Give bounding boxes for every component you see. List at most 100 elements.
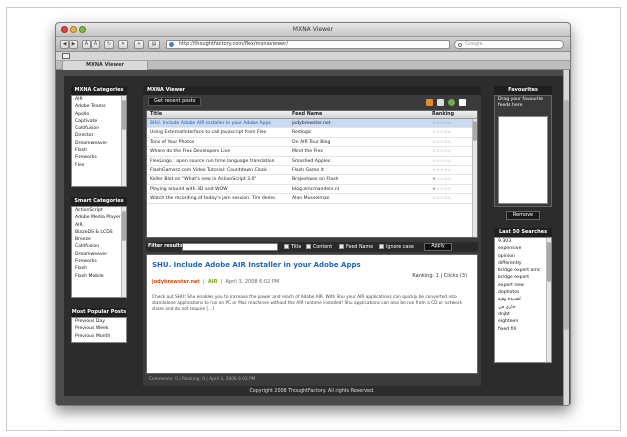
popular-post-item[interactable]: Previous Month xyxy=(72,333,126,340)
smart-categories-scrollbar[interactable] xyxy=(121,207,126,297)
table-row[interactable]: Using ExternalInterface to call Javascri… xyxy=(147,128,477,138)
table-row[interactable]: SHU. Include Adobe AIR Installer in your… xyxy=(147,119,477,129)
filter-input[interactable] xyxy=(182,243,278,251)
address-bar[interactable]: http://thoughtfactory.com/flex/mxnaviewe… xyxy=(166,40,450,49)
search-history-item[interactable]: dophotos xyxy=(495,289,551,296)
text-smaller-icon[interactable]: A xyxy=(82,40,91,49)
category-item[interactable]: Fireworks xyxy=(72,154,126,161)
forward-icon[interactable]: ▶ xyxy=(69,40,78,49)
bookmarks-icon[interactable]: ▤ xyxy=(148,40,160,49)
smart-category-item[interactable]: Adobe Media Player xyxy=(72,214,126,221)
favourites-description: Drag your favourite feeds here xyxy=(498,97,544,108)
categories-title: MXNA Categories xyxy=(71,86,127,95)
category-item[interactable]: Dreamweaver xyxy=(72,140,126,147)
row-feed-name: Flash Game it xyxy=(292,167,324,173)
smart-category-item[interactable]: Flash Mobile xyxy=(72,273,126,280)
search-history-item[interactable]: 9.303 xyxy=(495,238,551,245)
row-feed-name: jodybrewster.net xyxy=(292,121,331,126)
favourites-panel: Drag your favourite feeds here xyxy=(494,95,552,207)
row-ranking: ☆☆☆☆☆ xyxy=(432,196,452,202)
smart-category-item[interactable]: BlazeDS & LCDS xyxy=(72,229,126,236)
get-recent-posts-button[interactable]: Get recent posts xyxy=(148,97,202,106)
column-header-ranking[interactable]: Ranking xyxy=(432,111,454,119)
apply-button[interactable]: Apply xyxy=(424,243,452,251)
search-history-item[interactable]: eighteen xyxy=(495,318,551,325)
filter-feed-name-checkbox[interactable]: Feed Name xyxy=(339,244,373,250)
reload-icon[interactable]: ↻ xyxy=(104,40,114,49)
search-field[interactable]: Google xyxy=(454,40,564,49)
search-history-item[interactable]: opinion xyxy=(495,253,551,260)
smart-category-item[interactable]: Flash xyxy=(72,265,126,272)
search-history-item[interactable]: bridge expert xyxy=(495,274,551,281)
table-row[interactable]: Playing around with 3D and WOW blog.amcma… xyxy=(147,185,477,195)
row-feed-name: On AIR Tour Blog xyxy=(292,139,331,145)
popular-post-item[interactable]: Previous Day xyxy=(72,318,126,325)
category-item[interactable]: Flash xyxy=(72,147,126,154)
column-header-title[interactable]: Title xyxy=(150,111,162,119)
categories-scrollbar[interactable] xyxy=(121,96,126,186)
popular-post-item[interactable]: Previous Week xyxy=(72,325,126,332)
table-row[interactable]: Watch the recording of today's jam sessi… xyxy=(147,194,477,204)
text-larger-icon[interactable]: A xyxy=(91,40,100,49)
category-item[interactable]: Captivate xyxy=(72,118,126,125)
table-row[interactable]: Tons of Your Photos On AIR Tour Blog ☆☆☆☆☆ xyxy=(147,138,477,148)
table-row[interactable]: FlexLingo : open source run time languag… xyxy=(147,157,477,166)
remove-button[interactable]: Remove xyxy=(506,211,540,220)
post-date: April 3, 2008 6:02 PM xyxy=(225,279,280,285)
last-searches-list[interactable]: 9.303 expensive opinion differently bridge e… xyxy=(494,237,552,363)
back-icon[interactable]: ◀ xyxy=(60,40,69,49)
search-history-item[interactable]: expert new xyxy=(495,282,551,289)
post-title[interactable]: SHU. Include Adobe AIR Installer in your… xyxy=(152,261,361,269)
category-item[interactable]: Adobe Teams xyxy=(72,103,126,110)
smart-categories-list[interactable]: ActionScript Adobe Media Player AIR BlazeDS… xyxy=(71,206,127,298)
search-history-item[interactable]: bridge expert amc xyxy=(495,267,551,274)
page-content: MXNA Categories AIR Adobe Teams Apollo Capt… xyxy=(56,70,570,405)
search-history-item[interactable]: expensive xyxy=(495,245,551,252)
search-placeholder: Google xyxy=(465,41,483,47)
category-item[interactable]: Apollo xyxy=(72,111,126,118)
copyright-footer: Copyright 2008 ThoughtFactory. All right… xyxy=(249,389,375,394)
column-header-feed[interactable]: Feed Name xyxy=(292,111,322,119)
app-container: MXNA Categories AIR Adobe Teams Apollo Capt… xyxy=(64,76,563,396)
add-bookmark-icon[interactable]: + xyxy=(134,40,144,49)
smart-category-item[interactable]: Dreamweaver xyxy=(72,251,126,258)
favourites-drop-area[interactable] xyxy=(498,116,548,204)
post-source[interactable]: jodybrewster.net xyxy=(152,279,200,285)
tab-mxna-viewer[interactable]: MXNA Viewer xyxy=(62,61,148,70)
popular-posts-list[interactable]: Previous Day Previous Week Previous Month xyxy=(71,317,127,343)
smart-category-item[interactable]: Coldfusion xyxy=(72,243,126,250)
book-icon[interactable] xyxy=(62,53,70,59)
search-history-item[interactable]: جاري في xyxy=(495,304,551,311)
category-item[interactable]: Director xyxy=(72,132,126,139)
category-item[interactable]: Flex xyxy=(72,162,126,169)
smart-category-item[interactable]: Breeze xyxy=(72,236,126,243)
category-item[interactable]: AIR xyxy=(72,96,126,103)
categories-list[interactable]: AIR Adobe Teams Apollo Captivate Coldfusion D… xyxy=(71,95,127,187)
last-searches-scrollbar[interactable] xyxy=(546,238,551,362)
rss-icon[interactable] xyxy=(426,99,433,106)
smart-category-item[interactable]: ActionScript xyxy=(72,207,126,214)
add-icon[interactable] xyxy=(459,99,466,106)
filter-title-checkbox[interactable]: Title xyxy=(284,244,301,250)
page-scrollbar[interactable] xyxy=(563,70,569,405)
row-title: FlexLingo : open source run time languag… xyxy=(150,158,275,164)
post-meta: jodybrewster.net | AIR | April 3, 2008 6… xyxy=(152,279,280,285)
table-row[interactable]: Where do the Flex Developers Live Mind th… xyxy=(147,147,477,157)
table-row[interactable]: FlashGamerz.com Video Tutorial: Countdow… xyxy=(147,166,477,176)
search-history-item[interactable]: fixed fill xyxy=(495,326,551,333)
stop-icon[interactable]: ✕ xyxy=(118,40,128,49)
folder-icon[interactable] xyxy=(437,99,444,106)
filter-content-checkbox[interactable]: Content xyxy=(306,244,332,250)
smart-category-item[interactable]: AIR xyxy=(72,222,126,229)
search-history-item[interactable]: dnjbt xyxy=(495,311,551,318)
search-history-item[interactable]: differently xyxy=(495,260,551,267)
table-scrollbar[interactable] xyxy=(472,119,477,237)
post-category[interactable]: AIR xyxy=(208,279,218,285)
category-item[interactable]: Coldfusion xyxy=(72,125,126,132)
browser-window: MXNA Viewer ◀ ▶ A A ↻ ✕ + ▤ http://thoug… xyxy=(55,22,571,406)
smart-category-item[interactable]: Fireworks xyxy=(72,258,126,265)
refresh-icon[interactable] xyxy=(448,99,455,106)
search-history-item[interactable]: لجديدة وقبة xyxy=(495,296,551,303)
table-row[interactable]: Keller Blot on "What's new in ActionScri… xyxy=(147,175,477,185)
filter-ignore-case-checkbox[interactable]: Ignore case xyxy=(379,244,414,250)
